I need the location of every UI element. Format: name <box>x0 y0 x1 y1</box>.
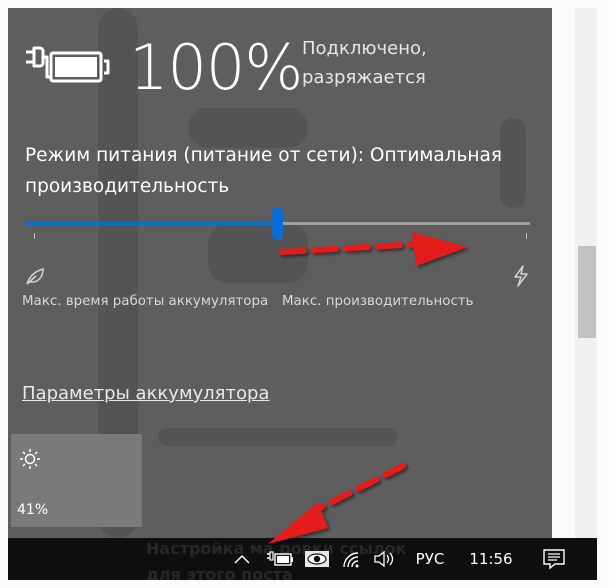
slider-thumb[interactable] <box>272 207 283 240</box>
clock[interactable]: 11:56 <box>460 538 522 580</box>
lightning-icon <box>514 265 528 287</box>
power-mode-title: Режим питания (питание от сети): Оптимал… <box>25 145 502 197</box>
action-center-icon <box>543 549 565 570</box>
action-center-button[interactable] <box>536 538 572 580</box>
brightness-tile[interactable]: 41% <box>11 434 142 527</box>
chevron-up-icon <box>234 554 250 564</box>
battery-settings-link[interactable]: Параметры аккумулятора <box>22 383 269 404</box>
eye-tray-button[interactable] <box>303 538 331 580</box>
battery-plug-icon <box>26 46 110 83</box>
slider-track-filled[interactable] <box>26 222 278 225</box>
page-scrollbar-thumb[interactable] <box>578 246 596 338</box>
slider-tick <box>526 233 527 239</box>
battery-flyout: 100% Подключено, разряжается Режим питан… <box>8 8 552 538</box>
taskbar: Настройка ма ровки ссылок для этого пост… <box>8 538 597 580</box>
battery-charging-icon <box>267 551 293 566</box>
language-indicator[interactable]: РУС <box>406 538 454 580</box>
battery-status-line1: Подключено, <box>302 38 427 59</box>
brightness-icon <box>20 449 40 469</box>
volume-icon <box>374 550 394 568</box>
brightness-value: 41% <box>17 502 49 518</box>
battery-status-line2: разряжается <box>302 67 426 88</box>
background-shadow <box>208 223 308 283</box>
background-shadow <box>158 428 398 446</box>
volume-tray-button[interactable] <box>370 538 398 580</box>
battery-tray-button[interactable] <box>264 538 296 580</box>
slider-tick <box>34 233 35 239</box>
wifi-tray-button[interactable] <box>338 538 366 580</box>
battery-percent: 100% <box>129 31 303 104</box>
slider-left-label: Макс. время работы аккумулятора <box>22 294 269 309</box>
slider-right-label: Макс. производительность <box>282 294 474 309</box>
leaf-icon <box>26 267 44 285</box>
show-hidden-icons-button[interactable] <box>230 538 254 580</box>
slider-track-empty[interactable] <box>278 222 530 225</box>
wifi-icon <box>343 552 359 568</box>
eye-icon <box>305 551 329 567</box>
